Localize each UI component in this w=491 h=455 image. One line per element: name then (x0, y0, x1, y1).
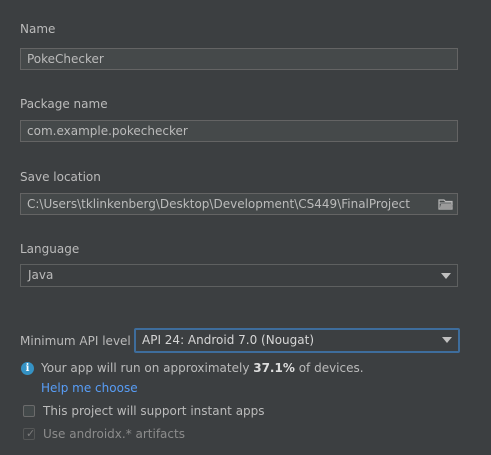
chevron-down-icon (442, 337, 452, 343)
save-location-label: Save location (20, 170, 101, 184)
device-coverage-percent: 37.1% (253, 361, 295, 375)
min-api-select[interactable]: API 24: Android 7.0 (Nougat) (134, 328, 460, 353)
name-field-value: PokeChecker (27, 52, 104, 66)
package-name-field[interactable]: com.example.pokechecker (20, 120, 458, 142)
language-select[interactable]: Java (20, 264, 458, 287)
new-project-form: Name PokeChecker Package name com.exampl… (0, 0, 491, 455)
name-field[interactable]: PokeChecker (20, 48, 458, 70)
folder-icon[interactable] (437, 196, 455, 212)
min-api-selected-value: API 24: Android 7.0 (Nougat) (142, 333, 314, 347)
save-location-field[interactable]: C:\Users\tklinkenberg\Desktop\Developmen… (20, 193, 458, 215)
androidx-label: Use androidx.* artifacts (43, 427, 185, 441)
save-location-field-value: C:\Users\tklinkenberg\Desktop\Developmen… (27, 197, 410, 211)
checkmark-icon: ✓ (26, 427, 36, 440)
min-api-label: Minimum API level (20, 334, 131, 348)
chevron-down-icon (441, 273, 451, 279)
info-icon: i (21, 362, 34, 375)
package-name-label: Package name (20, 97, 108, 111)
instant-apps-label[interactable]: This project will support instant apps (43, 404, 265, 418)
language-selected-value: Java (28, 268, 54, 282)
package-name-field-value: com.example.pokechecker (27, 124, 188, 138)
androidx-checkbox: ✓ (23, 427, 36, 440)
language-label: Language (20, 242, 80, 256)
name-label: Name (20, 22, 56, 36)
instant-apps-checkbox[interactable] (23, 405, 35, 417)
help-me-choose-link[interactable]: Help me choose (41, 381, 138, 395)
device-coverage-text: Your app will run on approximately 37.1%… (41, 361, 364, 375)
